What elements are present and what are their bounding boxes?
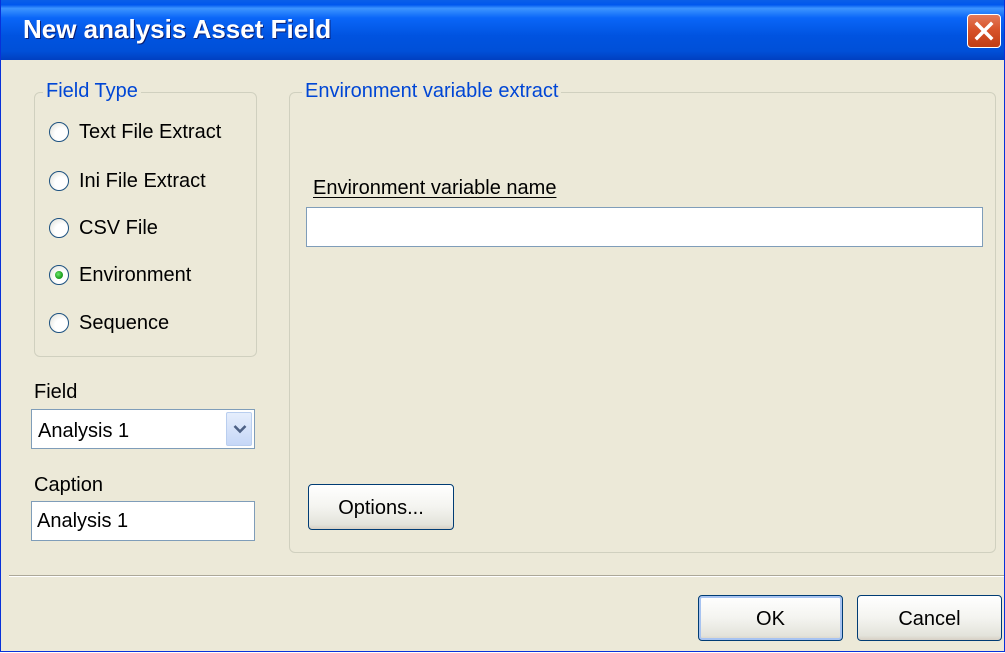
options-button[interactable]: Options... xyxy=(308,484,454,530)
radio-button[interactable] xyxy=(49,122,69,142)
radio-label: Sequence xyxy=(79,312,170,334)
field-label: Field xyxy=(34,381,78,403)
field-dropdown-value: Analysis 1 xyxy=(38,420,130,442)
caption-input[interactable]: Analysis 1 xyxy=(31,501,255,541)
ok-button[interactable]: OK xyxy=(698,595,843,641)
field-dropdown[interactable]: Analysis 1 xyxy=(31,409,255,449)
radio-selected-dot xyxy=(55,271,63,279)
close-icon xyxy=(974,21,994,41)
cancel-button-label: Cancel xyxy=(898,608,961,630)
footer-separator-highlight xyxy=(9,576,1004,577)
environment-extract-legend: Environment variable extract xyxy=(302,80,562,103)
radio-button[interactable] xyxy=(49,313,69,333)
caption-label: Caption xyxy=(34,474,103,496)
environment-extract-group: Environment variable extract Environment… xyxy=(289,80,996,553)
dropdown-button[interactable] xyxy=(226,412,252,446)
radio-button[interactable] xyxy=(49,171,69,191)
field-type-legend: Field Type xyxy=(43,80,141,103)
radio-label: Text File Extract xyxy=(79,121,222,143)
radio-label: CSV File xyxy=(79,217,158,239)
cancel-button[interactable]: Cancel xyxy=(857,595,1002,641)
dialog-window: New analysis Asset Field Field Type Text… xyxy=(0,0,1005,652)
environment-variable-name-input[interactable] xyxy=(306,207,983,247)
radio-button[interactable] xyxy=(49,218,69,238)
radio-label: Environment xyxy=(79,264,192,286)
radio-label: Ini File Extract xyxy=(79,170,206,192)
environment-variable-name-label: Environment variable name xyxy=(313,177,557,199)
title-bar[interactable]: New analysis Asset Field xyxy=(1,0,1004,60)
ok-button-label: OK xyxy=(756,608,785,630)
chevron-down-icon xyxy=(233,425,247,434)
options-button-label: Options... xyxy=(338,497,424,519)
radio-button-selected[interactable] xyxy=(49,265,69,285)
window-title: New analysis Asset Field xyxy=(23,14,332,44)
field-type-group: Field Type Text File Extract Ini File Ex… xyxy=(34,80,257,357)
close-button[interactable] xyxy=(967,14,1001,48)
